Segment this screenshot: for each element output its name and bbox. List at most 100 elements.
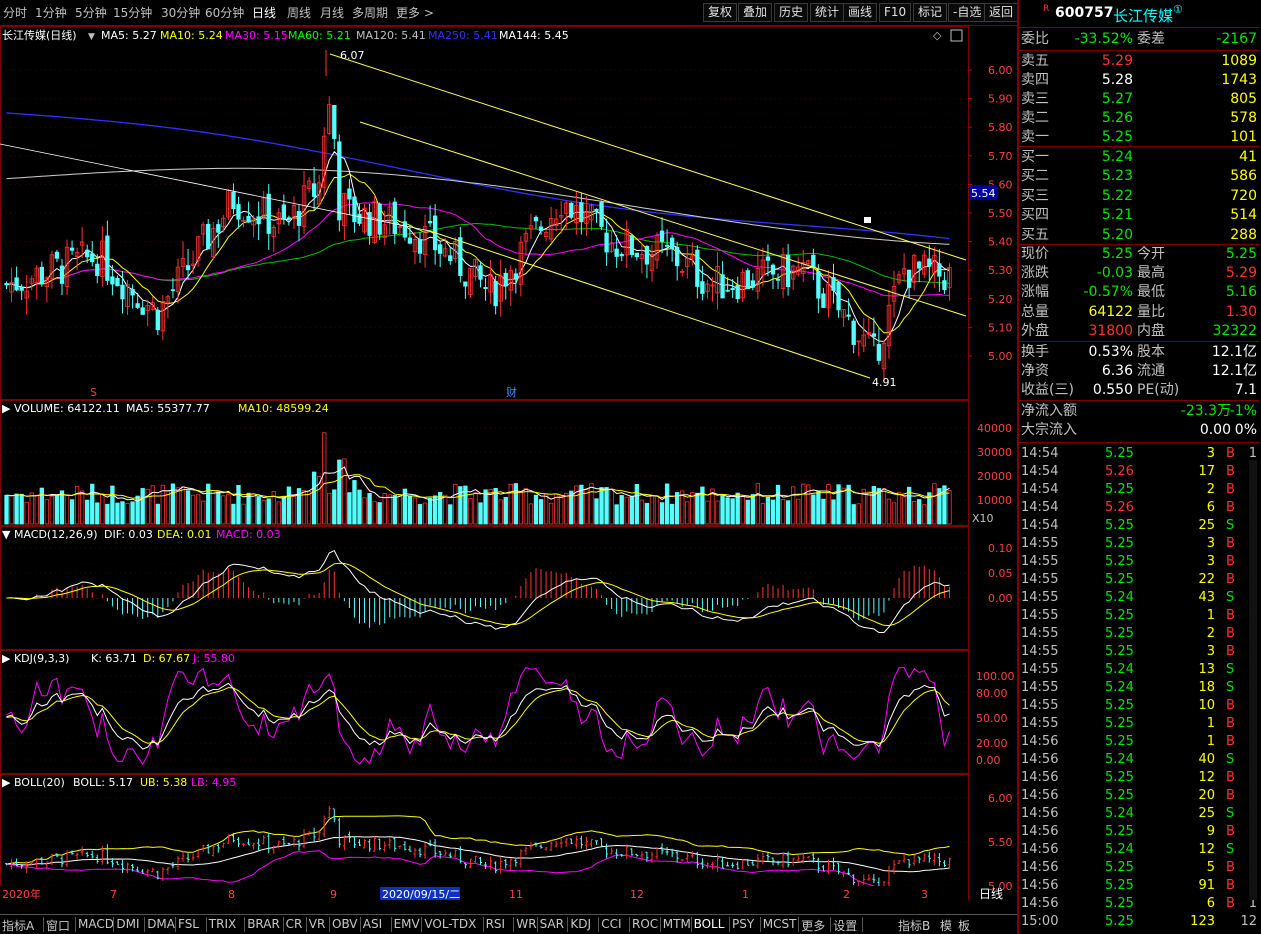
toolbar-button[interactable]: F10 <box>879 3 912 22</box>
ask-row[interactable]: 卖四 5.28 1743 <box>1021 71 1257 90</box>
indicator-tab[interactable]: MTM <box>663 917 691 931</box>
indicator-tab[interactable]: DMI <box>116 917 139 931</box>
indicator-tab[interactable]: CCI <box>601 917 621 931</box>
indicator-tab[interactable]: MCST <box>763 917 797 931</box>
indicator-tab[interactable]: SAR <box>540 917 564 931</box>
period-tab[interactable]: 月线 <box>320 4 344 21</box>
indicator-tab[interactable]: BRAR <box>247 917 280 931</box>
kdj-tick-label: 50.00 <box>976 712 1008 725</box>
period-tab[interactable]: 1分钟 <box>35 4 67 21</box>
x-axis-label: 2020/09/15/二 <box>382 888 460 900</box>
boll-legend-ub: UB: 5.38 <box>140 776 187 789</box>
indicator-tab[interactable]: VR <box>309 917 326 931</box>
tick-price: 5.24 <box>1105 842 1134 857</box>
bid-row[interactable]: 买四 5.21 514 <box>1021 206 1257 225</box>
indicator-tab[interactable]: WR <box>516 917 536 931</box>
tab-separator <box>421 917 423 932</box>
toolbar-button[interactable]: 历史 <box>774 3 809 22</box>
indicator-tab[interactable]: 指标A <box>2 917 34 934</box>
volume-bar <box>54 494 60 525</box>
indicator-tab[interactable]: VOL-TDX <box>424 917 476 931</box>
maximize-icon[interactable] <box>950 29 963 42</box>
indicator-tab[interactable]: CR <box>286 917 303 931</box>
volume-bar <box>362 497 367 525</box>
indicator-tab[interactable]: BOLL <box>694 917 725 931</box>
toolbar-button[interactable]: 叠加 <box>738 3 773 22</box>
indicator-tab[interactable]: EMV <box>394 917 420 931</box>
event-marker-finance[interactable]: 财 <box>506 385 517 399</box>
bid-row[interactable]: 买五 5.20 288 <box>1021 226 1257 245</box>
indicator-tab[interactable]: 模 <box>940 917 952 934</box>
ask-volume: 101 <box>1230 129 1257 145</box>
indicator-tab[interactable]: RSI <box>486 917 506 931</box>
toolbar-button[interactable]: 标记 <box>913 3 948 22</box>
indicator-tab[interactable]: 设置 <box>833 917 857 934</box>
period-tab[interactable]: 15分钟 <box>113 4 152 21</box>
toolbar-button[interactable]: 返回 <box>984 3 1019 22</box>
period-tab[interactable]: 30分钟 <box>161 4 200 21</box>
indicator-tab[interactable]: KDJ <box>570 917 591 931</box>
ask-row[interactable]: 卖二 5.26 578 <box>1021 109 1257 128</box>
tick-time: 14:54 <box>1021 482 1059 497</box>
period-tab[interactable]: 60分钟 <box>205 4 244 21</box>
period-tab[interactable]: 5分钟 <box>75 4 107 21</box>
indicator-tab[interactable]: ASI <box>363 917 382 931</box>
diamond-icon[interactable]: ◇ <box>933 29 942 42</box>
indicator-tab[interactable]: TRIX <box>209 917 236 931</box>
bid-row[interactable]: 买三 5.22 720 <box>1021 187 1257 206</box>
indicator-tab[interactable]: OBV <box>332 917 358 931</box>
legend-toggle-icon[interactable]: ▼ <box>88 32 95 42</box>
period-tab[interactable]: 多周期 <box>352 4 388 21</box>
indicator-tab[interactable]: 板 <box>958 917 970 934</box>
bid-row[interactable]: 买一 5.24 41 <box>1021 148 1257 167</box>
indicator-tab[interactable]: FSL <box>178 917 199 931</box>
toolbar-button[interactable]: 统计 <box>810 3 845 22</box>
indicator-tab[interactable]: MACD <box>78 917 114 931</box>
candle-body <box>281 204 287 220</box>
kline-chart-area[interactable]: 6.00 5.90 5.80 5.70 5.60 5.50 5.40 5.30 5.20 5.10… <box>0 26 1017 901</box>
indicator-tab[interactable]: 指标B <box>898 917 930 934</box>
volume-bar <box>150 485 155 525</box>
period-tab[interactable]: 更多 > <box>396 4 434 21</box>
indicator-tab[interactable]: PSY <box>732 917 754 931</box>
candle-body <box>629 235 634 256</box>
ask-row[interactable]: 卖一 5.25 101 <box>1021 128 1257 147</box>
indicator-tab[interactable]: ROC <box>632 917 658 931</box>
drawing-anchor[interactable] <box>864 217 871 223</box>
indicator-tab[interactable]: 更多 <box>801 917 825 934</box>
volume-bar <box>286 486 292 525</box>
toolbar-button[interactable]: 画线 <box>843 3 878 22</box>
tick-scrollbar[interactable] <box>1249 460 1257 900</box>
bid-label: 买三 <box>1021 187 1049 204</box>
r-badge: R <box>1043 4 1050 14</box>
toolbar-button[interactable]: 复权 <box>703 3 738 22</box>
ask-row[interactable]: 卖五 5.29 1089 <box>1021 52 1257 71</box>
bid-price: 5.22 <box>1101 187 1133 204</box>
tick-volume: 20 <box>1198 788 1215 803</box>
ask-row[interactable]: 卖三 5.27 805 <box>1021 90 1257 109</box>
tab-separator <box>205 917 207 932</box>
volume-bar <box>659 502 665 525</box>
divider <box>1019 442 1259 443</box>
indicator-tab[interactable]: DMA <box>147 917 175 931</box>
period-tab[interactable]: 周线 <box>287 4 311 21</box>
ask-label: 卖二 <box>1021 110 1049 126</box>
quote-label: 最高 <box>1137 265 1165 282</box>
event-marker-s[interactable]: S <box>90 386 97 399</box>
volume-bar <box>639 499 645 525</box>
bid-row[interactable]: 买二 5.23 586 <box>1021 167 1257 186</box>
stock-name[interactable]: 长江传媒 <box>1113 5 1173 26</box>
kline-chart-svg[interactable]: 6.005.905.805.705.605.505.405.305.205.10… <box>0 26 1017 901</box>
tick-row: 14:565.2512B1 <box>1021 769 1257 787</box>
indicator-tab[interactable]: 窗口 <box>46 917 70 934</box>
tick-side: S <box>1226 680 1235 695</box>
quote-label: 涨幅 <box>1021 284 1049 301</box>
volume-bar <box>564 492 569 525</box>
period-tab[interactable]: 日线 <box>252 4 276 21</box>
toolbar-button[interactable]: -自选 <box>948 3 987 22</box>
period-tab[interactable]: 分时 <box>3 4 27 21</box>
tick-price: 5.25 <box>1105 698 1134 713</box>
volume-bar <box>750 494 755 525</box>
volume-bar <box>740 496 745 525</box>
volume-bar <box>276 501 281 525</box>
